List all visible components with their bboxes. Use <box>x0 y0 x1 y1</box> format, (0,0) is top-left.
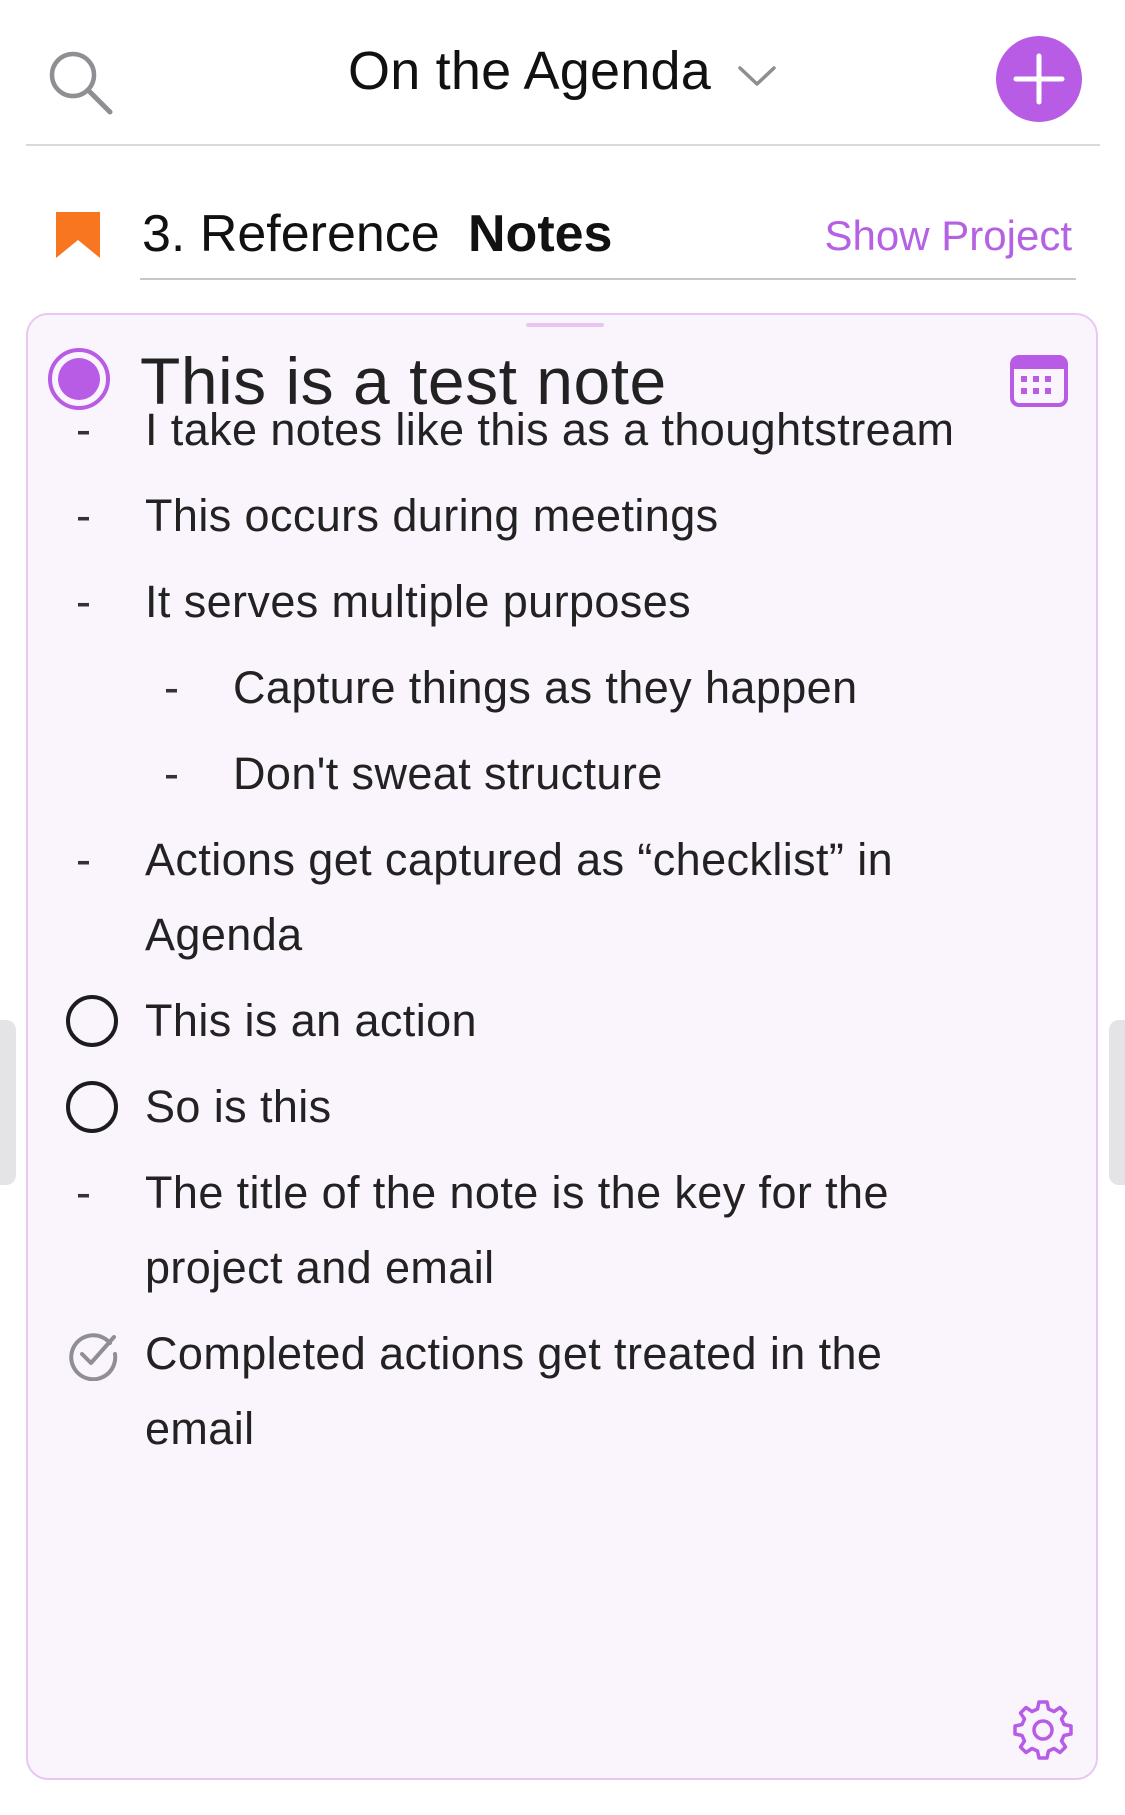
right-edge-handle[interactable] <box>1109 1020 1125 1185</box>
bullet-dash: - <box>76 404 91 455</box>
note-line-text[interactable]: Don't sweat structure <box>233 731 663 817</box>
drag-grabber[interactable] <box>526 323 604 327</box>
page-title: On the Agenda <box>348 41 711 101</box>
project-divider <box>140 278 1076 280</box>
note-line-text[interactable]: Capture things as they happen <box>233 645 858 731</box>
project-row: 3. Reference Notes Show Project <box>0 190 1125 280</box>
note-line-continuation[interactable]: email <box>145 1386 255 1472</box>
note-line-text[interactable]: It serves multiple purposes <box>145 559 691 645</box>
note-line-text[interactable]: Actions get captured as “checklist” in <box>145 817 893 903</box>
action-checkbox[interactable] <box>66 1081 118 1133</box>
action-checkbox[interactable] <box>66 995 118 1047</box>
header-divider <box>26 144 1100 146</box>
project-name: 3. Reference <box>142 205 440 263</box>
note-line-continuation[interactable]: project and email <box>145 1225 495 1311</box>
checkmark-circle-icon[interactable] <box>66 1327 120 1381</box>
section-label: Notes <box>468 205 613 263</box>
bullet-dash: - <box>76 490 91 541</box>
note-card: This is a test note -I take notes like t… <box>26 313 1098 1780</box>
action-text[interactable]: So is this <box>145 1064 332 1150</box>
bullet-dash: - <box>76 1167 91 1218</box>
chevron-down-icon <box>738 66 776 86</box>
bullet-dash: - <box>164 748 179 799</box>
bullet-dash: - <box>76 834 91 885</box>
bullet-dash: - <box>164 662 179 713</box>
show-project-link[interactable]: Show Project <box>825 212 1072 260</box>
action-text[interactable]: Completed actions get treated in the <box>145 1311 882 1397</box>
left-edge-handle[interactable] <box>0 1020 16 1185</box>
bookmark-icon <box>56 212 100 258</box>
note-line-continuation[interactable]: Agenda <box>145 892 303 978</box>
agenda-selector[interactable]: On the Agenda <box>0 40 1125 102</box>
note-line-text[interactable]: I take notes like this as a thoughtstrea… <box>145 387 954 473</box>
gear-icon[interactable] <box>1012 1698 1074 1760</box>
bullet-dash: - <box>76 576 91 627</box>
note-line-text[interactable]: This occurs during meetings <box>145 473 719 559</box>
add-button[interactable] <box>996 36 1082 122</box>
header-bar: On the Agenda <box>0 0 1125 146</box>
plus-icon <box>1013 53 1065 105</box>
action-text[interactable]: This is an action <box>145 978 477 1064</box>
note-line-text[interactable]: The title of the note is the key for the <box>145 1150 889 1236</box>
calendar-icon[interactable] <box>1008 349 1070 411</box>
